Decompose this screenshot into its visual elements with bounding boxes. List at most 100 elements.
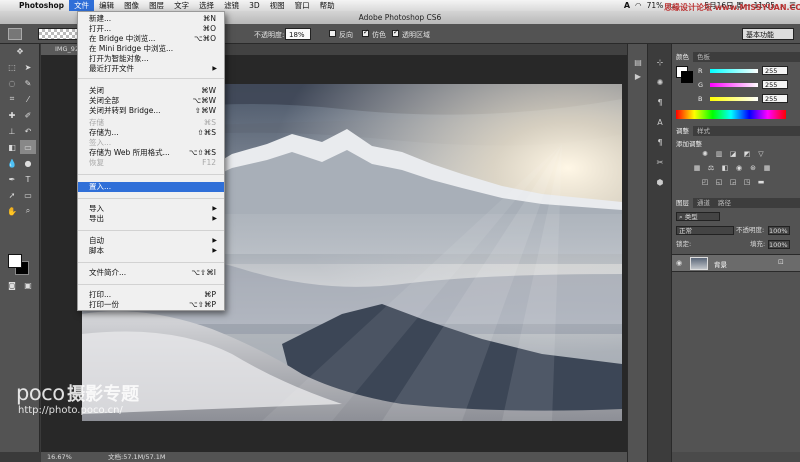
tab-channels[interactable]: 通道 <box>693 198 714 208</box>
zoom-tool-icon[interactable]: ⌕ <box>20 204 36 218</box>
menu-item-place[interactable]: 置入... <box>78 182 224 192</box>
levels-icon[interactable]: ▥ <box>714 150 724 159</box>
menu-item-import[interactable]: 导入 ▶ <box>78 204 224 214</box>
menu-type[interactable]: 文字 <box>169 0 194 11</box>
dodge-tool-icon[interactable]: ● <box>20 156 36 170</box>
gradient-map-icon[interactable]: ▬ <box>756 178 766 187</box>
menu-item-browse-bridge[interactable]: 在 Bridge 中浏览... ⌥⌘O <box>78 34 224 44</box>
dither-checkbox[interactable] <box>362 28 369 37</box>
clone-source-icon[interactable]: ¶ <box>653 138 667 150</box>
photo-filter-icon[interactable]: ◉ <box>734 164 744 173</box>
blend-mode-select[interactable]: 正常 <box>676 226 734 235</box>
menu-help[interactable]: 帮助 <box>315 0 340 11</box>
brush-tool-icon[interactable]: ✐ <box>20 108 36 122</box>
menu-item-print[interactable]: 打印... ⌘P <box>78 290 224 300</box>
move-arrow-icon[interactable]: ➤ <box>20 60 36 74</box>
menu-item-close-goto-bridge[interactable]: 关闭并转到 Bridge... ⇧⌘W <box>78 106 224 116</box>
healing-brush-icon[interactable]: ✚ <box>4 108 20 122</box>
actions-panel-icon[interactable]: ▶ <box>631 72 645 84</box>
eye-icon[interactable]: ◉ <box>676 259 682 267</box>
menu-item-scripts[interactable]: 脚本 ▶ <box>78 246 224 256</box>
path-select-icon[interactable]: ➚ <box>4 188 20 202</box>
brush-panel-icon[interactable]: ⊹ <box>653 58 667 70</box>
tool-preset-icon[interactable] <box>8 28 22 40</box>
foreground-color-swatch[interactable] <box>8 254 22 268</box>
menu-item-new[interactable]: 新建... ⌘N <box>78 14 224 24</box>
menu-item-export[interactable]: 导出 ▶ <box>78 214 224 224</box>
fill-value[interactable]: 100% <box>768 240 790 249</box>
menu-item-print-one[interactable]: 打印一份 ⌥⇧⌘P <box>78 300 224 310</box>
menu-item-open[interactable]: 打开... ⌘O <box>78 24 224 34</box>
3d-panel-icon[interactable]: ⬢ <box>653 178 667 190</box>
hue-icon[interactable]: ▦ <box>692 164 702 173</box>
menu-item-browse-mini-bridge[interactable]: 在 Mini Bridge 中浏览... <box>78 44 224 54</box>
adjust-panel-icon[interactable]: ✺ <box>653 78 667 90</box>
layer-filter-select[interactable]: ⌕ 类型 <box>676 212 720 221</box>
history-brush-icon[interactable]: ↶ <box>20 124 36 138</box>
exposure-icon[interactable]: ◩ <box>742 150 752 159</box>
menu-filter[interactable]: 滤镜 <box>219 0 244 11</box>
menu-layer[interactable]: 图层 <box>144 0 169 11</box>
menu-image[interactable]: 图像 <box>119 0 144 11</box>
slider-b-value[interactable]: 255 <box>762 94 788 103</box>
hand-tool-icon[interactable]: ✋ <box>4 204 20 218</box>
slider-g[interactable]: G 255 <box>676 80 798 90</box>
slider-r-bar[interactable] <box>710 69 758 73</box>
move-tool-icon[interactable]: ✥ <box>12 44 28 58</box>
vibrance-icon[interactable]: ▽ <box>756 150 766 159</box>
doc-size-info[interactable]: 文档:57.1M/57.1M <box>108 452 166 462</box>
adobe-icon[interactable]: A <box>624 1 630 10</box>
slider-b[interactable]: B 255 <box>676 94 798 104</box>
menu-item-close-all[interactable]: 关闭全部 ⌥⌘W <box>78 96 224 106</box>
brightness-icon[interactable]: ✺ <box>700 150 710 159</box>
menu-edit[interactable]: 编辑 <box>94 0 119 11</box>
color-balance-icon[interactable]: ⚖ <box>706 164 716 173</box>
tab-styles[interactable]: 样式 <box>693 126 714 136</box>
transparency-checkbox[interactable] <box>392 28 399 37</box>
menu-file[interactable]: 文件 <box>69 0 95 11</box>
eraser-tool-icon[interactable]: ◧ <box>4 140 20 154</box>
layer-name[interactable]: 背景 <box>714 259 727 269</box>
pen-tool-icon[interactable]: ✒ <box>4 172 20 186</box>
bw-icon[interactable]: ◧ <box>720 164 730 173</box>
menu-window[interactable]: 窗口 <box>290 0 315 11</box>
slider-g-value[interactable]: 255 <box>762 80 788 89</box>
menu-item-file-info[interactable]: 文件简介... ⌥⇧⌘I <box>78 268 224 278</box>
workspace-select[interactable]: 基本功能 <box>742 28 794 40</box>
slider-r[interactable]: R 255 <box>676 66 798 76</box>
shape-tool-icon[interactable]: ▭ <box>20 188 36 202</box>
menu-item-save-for-web[interactable]: 存储为 Web 所用格式... ⌥⇧⌘S <box>78 148 224 158</box>
stamp-tool-icon[interactable]: ⊥ <box>4 124 20 138</box>
lasso-tool-icon[interactable]: ◌ <box>4 76 20 90</box>
menu-item-automate[interactable]: 自动 ▶ <box>78 236 224 246</box>
wifi-icon[interactable]: ◠ <box>635 1 642 10</box>
posterize-icon[interactable]: ◱ <box>714 178 724 187</box>
quick-select-icon[interactable]: ✎ <box>20 76 36 90</box>
eyedropper-icon[interactable]: ⁄ <box>20 92 36 106</box>
menu-view[interactable]: 视图 <box>265 0 290 11</box>
menu-item-close[interactable]: 关闭 ⌘W <box>78 86 224 96</box>
threshold-icon[interactable]: ◲ <box>728 178 738 187</box>
marquee-tool-icon[interactable]: ⬚ <box>4 60 20 74</box>
type-tool-icon[interactable]: T <box>20 172 36 186</box>
zoom-level[interactable]: 16.67% <box>47 452 72 462</box>
slider-r-value[interactable]: 255 <box>762 66 788 75</box>
reverse-checkbox[interactable] <box>329 30 336 37</box>
tab-swatches[interactable]: 色板 <box>693 52 714 62</box>
slider-g-bar[interactable] <box>710 83 758 87</box>
gradient-picker[interactable] <box>38 28 78 40</box>
slider-b-bar[interactable] <box>710 97 758 101</box>
layer-opacity-value[interactable]: 100% <box>768 226 790 235</box>
blur-tool-icon[interactable]: 💧 <box>4 156 20 170</box>
character-panel-icon[interactable]: A <box>653 118 667 130</box>
layer-row[interactable]: ◉ 背景 ⊡ <box>672 254 800 272</box>
curves-icon[interactable]: ◪ <box>728 150 738 159</box>
crop-tool-icon[interactable]: ⌗ <box>4 92 20 106</box>
channel-mixer-icon[interactable]: ⊛ <box>748 164 758 173</box>
menu-3d[interactable]: 3D <box>244 0 265 11</box>
lookup-icon[interactable]: ▦ <box>762 164 772 173</box>
selective-color-icon[interactable]: ◳ <box>742 178 752 187</box>
tab-layers[interactable]: 图层 <box>672 198 693 208</box>
menu-select[interactable]: 选择 <box>194 0 219 11</box>
opacity-field[interactable]: 18% <box>285 28 311 40</box>
